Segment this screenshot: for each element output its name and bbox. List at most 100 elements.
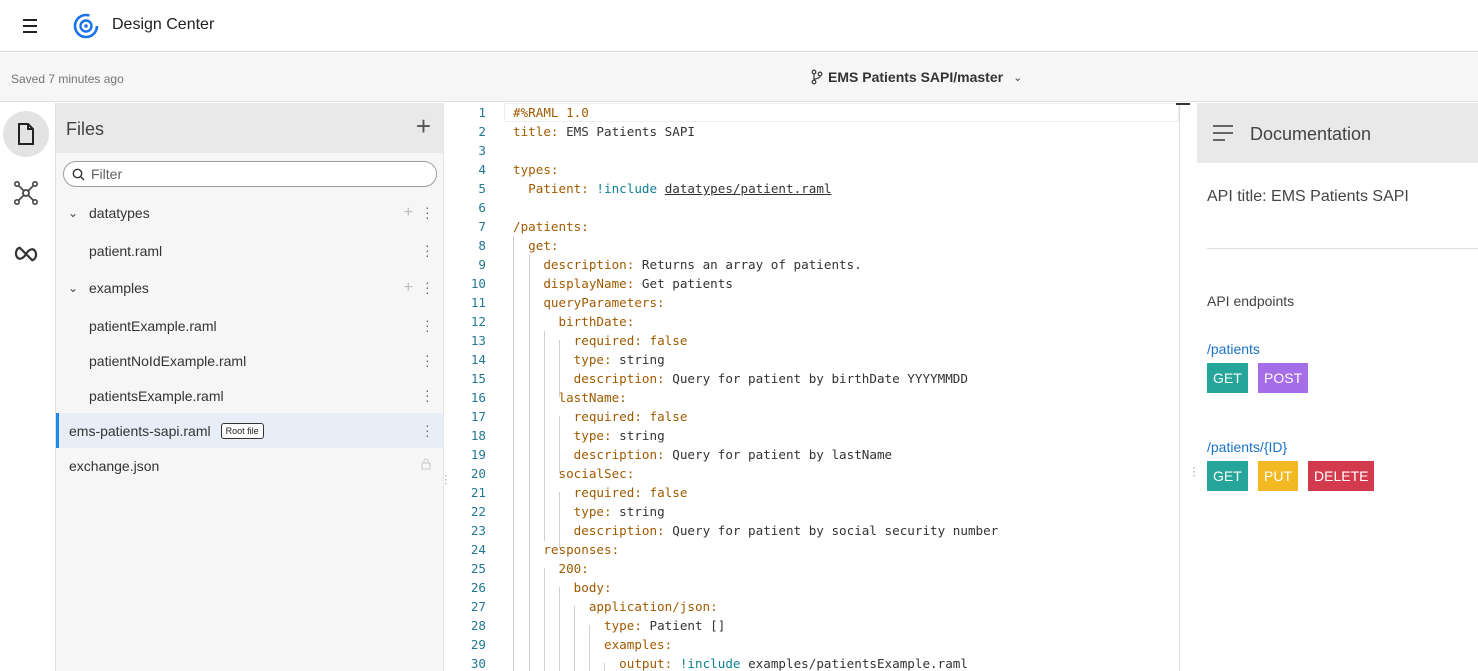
line-number: 8: [478, 238, 486, 253]
api-title: API title: EMS Patients SAPI: [1207, 188, 1409, 205]
code-text: get:: [513, 236, 558, 255]
code-editor[interactable]: · · · 1 #%RAML 1.0 2 title: EMS Patients SAPI…: [443, 103, 1192, 671]
more-options-icon[interactable]: · · ·: [425, 275, 430, 299]
code-line: 30 output: !include examples/patientsExa…: [444, 654, 1179, 671]
exchange-nav-button[interactable]: [3, 231, 49, 277]
file-item[interactable]: exchange.json: [56, 448, 443, 483]
code-text: Patient: !include datatypes/patient.raml: [513, 179, 831, 198]
code-text: required: false: [513, 483, 688, 502]
code-token: description:: [513, 257, 635, 272]
code-token: !include: [596, 181, 658, 196]
code-token: string: [611, 352, 665, 367]
dependencies-nav-button[interactable]: [3, 170, 49, 216]
more-options-icon[interactable]: · · ·: [425, 418, 430, 442]
code-text: #%RAML 1.0: [513, 103, 589, 122]
code-line: 14 type: string: [444, 350, 1179, 369]
file-item[interactable]: patientNoIdExample.raml · · ·: [56, 343, 443, 378]
branch-icon: [811, 69, 823, 85]
folder-label: datatypes: [89, 204, 150, 221]
method-get-button[interactable]: GET: [1207, 461, 1248, 491]
code-line: 21 required: false: [444, 483, 1179, 502]
indent-guide: [529, 255, 530, 671]
filter-field[interactable]: [63, 161, 437, 187]
add-file-button[interactable]: +: [416, 113, 431, 139]
code-token: string: [611, 504, 665, 519]
folder-examples[interactable]: ⌄ examples + · · ·: [56, 270, 443, 305]
editor-scrollbar[interactable]: [1179, 103, 1180, 671]
code-line: 2 title: EMS Patients SAPI: [444, 122, 1179, 141]
line-number: 5: [478, 181, 486, 196]
method-delete-button[interactable]: DELETE: [1308, 461, 1375, 491]
code-token: examples:: [513, 637, 673, 652]
code-line: 1 #%RAML 1.0: [444, 103, 1179, 122]
code-text: title: EMS Patients SAPI: [513, 122, 695, 141]
code-token: false: [641, 409, 688, 424]
file-item[interactable]: patientExample.raml · · ·: [56, 308, 443, 343]
code-line: 23 description: Query for patient by soc…: [444, 521, 1179, 540]
line-number: 18: [470, 428, 486, 443]
code-text: 200:: [513, 559, 589, 578]
folder-datatypes[interactable]: ⌄ datatypes + · · ·: [56, 195, 443, 230]
line-number: 25: [470, 561, 486, 576]
more-options-icon[interactable]: · · ·: [425, 313, 430, 337]
file-item-root[interactable]: ems-patients-sapi.raml Root file · · ·: [56, 413, 443, 448]
indent-guide: [604, 663, 605, 671]
filter-input[interactable]: [91, 166, 411, 182]
indent-guide: [544, 568, 545, 671]
branch-selector[interactable]: EMS Patients SAPI/master ⌄: [810, 69, 1022, 85]
documentation-title: Documentation: [1250, 124, 1372, 144]
code-line: 19 description: Query for patient by las…: [444, 445, 1179, 464]
branch-label: EMS Patients SAPI/master: [828, 69, 1004, 85]
code-token: type:: [513, 428, 612, 443]
add-icon[interactable]: +: [404, 279, 413, 297]
code-line: 6: [444, 198, 1179, 217]
method-get-button[interactable]: GET: [1207, 363, 1248, 393]
menu-icon[interactable]: [22, 17, 42, 35]
code-line: 25 200:: [444, 559, 1179, 578]
code-token: description:: [513, 371, 665, 386]
endpoint-path[interactable]: /patients/{ID}: [1207, 439, 1287, 455]
endpoint-path[interactable]: /patients: [1207, 341, 1260, 357]
code-line: 5 Patient: !include datatypes/patient.ra…: [444, 179, 1179, 198]
more-options-icon[interactable]: · · ·: [425, 348, 430, 372]
code-token: type:: [513, 504, 612, 519]
list-icon[interactable]: [1213, 125, 1233, 146]
code-text: type: string: [513, 502, 665, 521]
line-number: 30: [470, 656, 486, 671]
line-number: 26: [470, 580, 486, 595]
code-text: socialSec:: [513, 464, 634, 483]
more-options-icon[interactable]: · · ·: [425, 383, 430, 407]
code-text: output: !include examples/patientsExampl…: [513, 654, 968, 671]
code-text: required: false: [513, 331, 688, 350]
line-number: 16: [470, 390, 486, 405]
code-token: Query for patient by social security num…: [664, 523, 999, 538]
code-token: 200:: [513, 561, 589, 576]
code-line: 16 lastName:: [444, 388, 1179, 407]
documentation-panel: Documentation API title: EMS Patients SA…: [1197, 103, 1478, 671]
code-text: type: string: [513, 426, 665, 445]
code-line: 3: [444, 141, 1179, 160]
more-options-icon[interactable]: · · ·: [425, 238, 430, 262]
documentation-header: Documentation: [1197, 103, 1478, 163]
method-post-button[interactable]: POST: [1258, 363, 1309, 393]
resize-handle-icon[interactable]: · · ·: [1192, 461, 1196, 481]
add-icon[interactable]: +: [404, 204, 413, 222]
file-item[interactable]: patient.raml · · ·: [56, 233, 443, 268]
code-token: required:: [513, 409, 642, 424]
code-token: Query for patient by birthDate YYYYMMDD: [664, 371, 968, 386]
more-options-icon[interactable]: · · ·: [425, 200, 430, 224]
code-text: type: string: [513, 350, 665, 369]
code-line: 7/patients:: [444, 217, 1179, 236]
file-item[interactable]: patientsExample.raml · · ·: [56, 378, 443, 413]
method-put-button[interactable]: PUT: [1258, 461, 1298, 491]
line-number: 11: [470, 295, 486, 310]
top-header: Design Center: [0, 0, 1478, 52]
code-token: displayName:: [513, 276, 635, 291]
line-number: 7: [478, 219, 486, 234]
chevron-down-icon: ⌄: [68, 205, 79, 220]
code-token: birthDate:: [513, 314, 635, 329]
files-nav-button[interactable]: [3, 111, 49, 157]
file-label: ems-patients-sapi.raml: [69, 422, 211, 439]
